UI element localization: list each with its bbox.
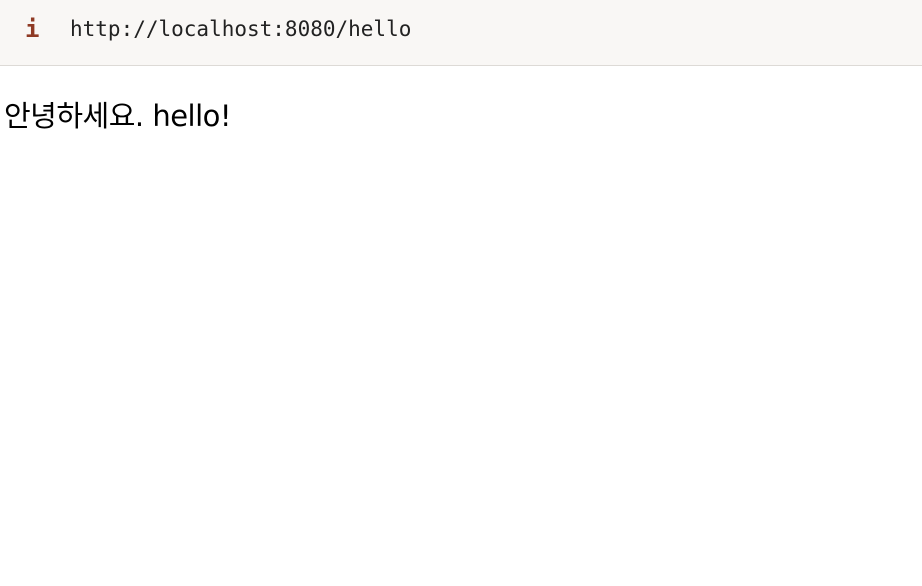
address-bar: i http://localhost:8080/hello [0, 0, 922, 66]
page-text: 안녕하세요. hello! [4, 99, 232, 133]
url-field[interactable]: http://localhost:8080/hello [70, 15, 411, 43]
info-icon[interactable]: i [25, 15, 39, 43]
page-content: 안녕하세요. hello! [0, 66, 922, 585]
